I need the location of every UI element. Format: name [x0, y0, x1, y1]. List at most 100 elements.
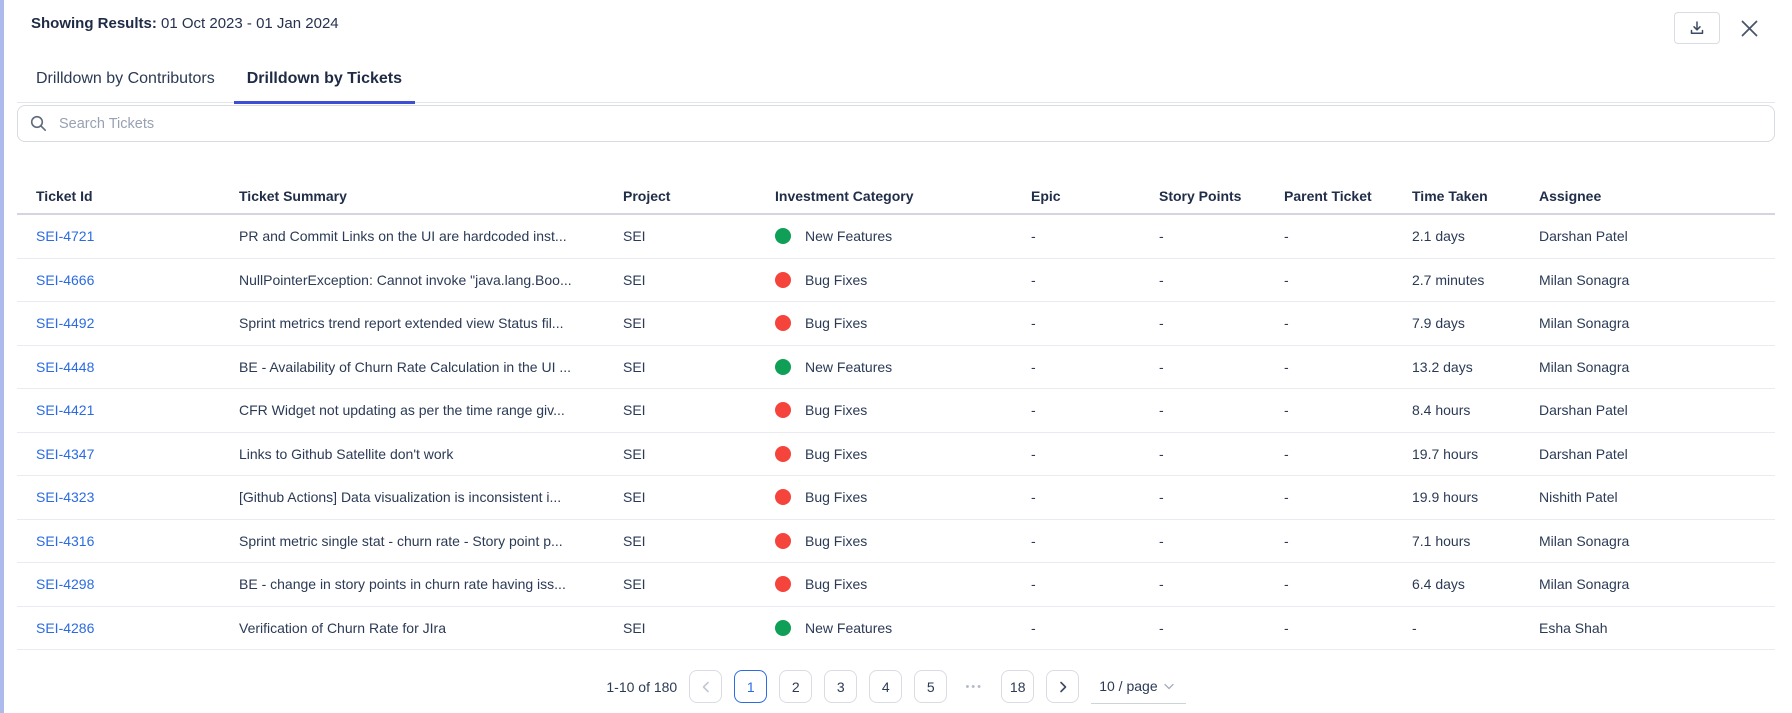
parent-ticket-cell: - — [1284, 576, 1412, 592]
table-row: SEI-4721PR and Commit Links on the UI ar… — [17, 215, 1775, 259]
chevron-down-icon — [1164, 683, 1174, 690]
table-row: SEI-4298 BE - change in story points in c… — [17, 563, 1775, 607]
showing-results: Showing Results: 01 Oct 2023 - 01 Jan 20… — [31, 15, 339, 32]
project-cell: SEI — [623, 489, 775, 505]
ticket-link[interactable]: SEI-4666 — [36, 272, 94, 288]
page-button-1[interactable]: 1 — [734, 670, 767, 703]
ticket-id-cell: SEI-4666 — [17, 272, 239, 288]
time-taken-cell: 6.4 days — [1412, 576, 1539, 592]
investment-category-cell: Bug Fixes — [775, 533, 1031, 549]
tab-drilldown-by-tickets[interactable]: Drilldown by Tickets — [234, 70, 415, 102]
close-button[interactable] — [1737, 16, 1761, 40]
download-button[interactable] — [1674, 12, 1720, 44]
status-dot-icon — [775, 446, 791, 462]
ticket-id-cell: SEI-4298 — [17, 576, 239, 592]
ellipsis-icon[interactable]: ••• — [959, 681, 989, 693]
search-input[interactable] — [57, 115, 1762, 133]
summary-cell: Links to Github Satellite don't work — [239, 446, 623, 462]
project-cell: SEI — [623, 620, 775, 636]
ticket-id-cell: SEI-4316 — [17, 533, 239, 549]
column-header-epic: Epic — [1031, 188, 1159, 204]
assignee-cell: Milan Sonagra — [1539, 315, 1775, 331]
page-button-last[interactable]: 18 — [1001, 670, 1034, 703]
category-label: Bug Fixes — [805, 446, 867, 462]
status-dot-icon — [775, 315, 791, 331]
parent-ticket-cell: - — [1284, 620, 1412, 636]
pagination-range: 1-10 of 180 — [606, 679, 677, 695]
ticket-link[interactable]: SEI-4421 — [36, 402, 94, 418]
page-size-value: 10 / page — [1099, 678, 1157, 694]
project-cell: SEI — [623, 446, 775, 462]
project-cell: SEI — [623, 533, 775, 549]
epic-cell: - — [1031, 359, 1159, 375]
page-button-2[interactable]: 2 — [779, 670, 812, 703]
status-dot-icon — [775, 489, 791, 505]
assignee-cell: Milan Sonagra — [1539, 359, 1775, 375]
status-dot-icon — [775, 228, 791, 244]
table-header-row: Ticket IdTicket SummaryProjectInvestment… — [17, 179, 1775, 215]
panel-left-accent — [0, 0, 4, 713]
panel-header: Showing Results: 01 Oct 2023 - 01 Jan 20… — [0, 0, 1792, 44]
date-range: 01 Oct 2023 - 01 Jan 2024 — [161, 15, 339, 32]
table-row: SEI-4286Verification of Churn Rate for J… — [17, 607, 1775, 651]
parent-ticket-cell: - — [1284, 315, 1412, 331]
page-button-4[interactable]: 4 — [869, 670, 902, 703]
time-taken-cell: 7.1 hours — [1412, 533, 1539, 549]
time-taken-cell: 13.2 days — [1412, 359, 1539, 375]
chevron-right-icon — [1058, 681, 1068, 693]
summary-cell: [Github Actions] Data visualization is i… — [239, 489, 623, 505]
time-taken-cell: 19.7 hours — [1412, 446, 1539, 462]
category-label: New Features — [805, 620, 892, 636]
assignee-cell: Milan Sonagra — [1539, 533, 1775, 549]
summary-cell: NullPointerException: Cannot invoke "jav… — [239, 272, 623, 288]
assignee-cell: Milan Sonagra — [1539, 272, 1775, 288]
epic-cell: - — [1031, 315, 1159, 331]
ticket-link[interactable]: SEI-4492 — [36, 315, 94, 331]
project-cell: SEI — [623, 272, 775, 288]
investment-category-cell: New Features — [775, 359, 1031, 375]
table-row: SEI-4666 NullPointerException: Cannot inv… — [17, 259, 1775, 303]
time-taken-cell: 7.9 days — [1412, 315, 1539, 331]
time-taken-cell: - — [1412, 620, 1539, 636]
investment-category-cell: Bug Fixes — [775, 446, 1031, 462]
table-row: SEI-4492Sprint metrics trend report exte… — [17, 302, 1775, 346]
category-label: Bug Fixes — [805, 489, 867, 505]
assignee-cell: Darshan Patel — [1539, 402, 1775, 418]
page-button-5[interactable]: 5 — [914, 670, 947, 703]
column-header-assignee: Assignee — [1539, 188, 1775, 204]
parent-ticket-cell: - — [1284, 272, 1412, 288]
parent-ticket-cell: - — [1284, 446, 1412, 462]
next-page-button[interactable] — [1046, 670, 1079, 703]
project-cell: SEI — [623, 315, 775, 331]
tickets-table: Ticket IdTicket SummaryProjectInvestment… — [17, 179, 1775, 650]
summary-cell: BE - change in story points in churn rat… — [239, 576, 623, 592]
prev-page-button[interactable] — [689, 670, 722, 703]
ticket-link[interactable]: SEI-4448 — [36, 359, 94, 375]
page-size-select[interactable]: 10 / page — [1091, 669, 1185, 704]
story-points-cell: - — [1159, 272, 1284, 288]
parent-ticket-cell: - — [1284, 402, 1412, 418]
epic-cell: - — [1031, 446, 1159, 462]
table-row: SEI-4323 [Github Actions] Data visualizat… — [17, 476, 1775, 520]
epic-cell: - — [1031, 620, 1159, 636]
table-row: SEI-4316Sprint metric single stat - chur… — [17, 520, 1775, 564]
ticket-link[interactable]: SEI-4721 — [36, 228, 94, 244]
pagination: 1-10 of 180 12345 ••• 18 10 / page — [0, 669, 1792, 704]
category-label: Bug Fixes — [805, 533, 867, 549]
tabs-bar: Drilldown by Contributors Drilldown by T… — [17, 70, 1775, 103]
tab-drilldown-by-contributors[interactable]: Drilldown by Contributors — [23, 70, 228, 102]
table-row: SEI-4421CFR Widget not updating as per t… — [17, 389, 1775, 433]
ticket-link[interactable]: SEI-4286 — [36, 620, 94, 636]
header-actions — [1674, 12, 1761, 44]
ticket-link[interactable]: SEI-4347 — [36, 446, 94, 462]
category-label: New Features — [805, 359, 892, 375]
ticket-link[interactable]: SEI-4323 — [36, 489, 94, 505]
ticket-link[interactable]: SEI-4316 — [36, 533, 94, 549]
ticket-id-cell: SEI-4347 — [17, 446, 239, 462]
page-button-3[interactable]: 3 — [824, 670, 857, 703]
column-header-time-taken: Time Taken — [1412, 188, 1539, 204]
status-dot-icon — [775, 359, 791, 375]
category-label: Bug Fixes — [805, 402, 867, 418]
ticket-link[interactable]: SEI-4298 — [36, 576, 94, 592]
ticket-id-cell: SEI-4323 — [17, 489, 239, 505]
